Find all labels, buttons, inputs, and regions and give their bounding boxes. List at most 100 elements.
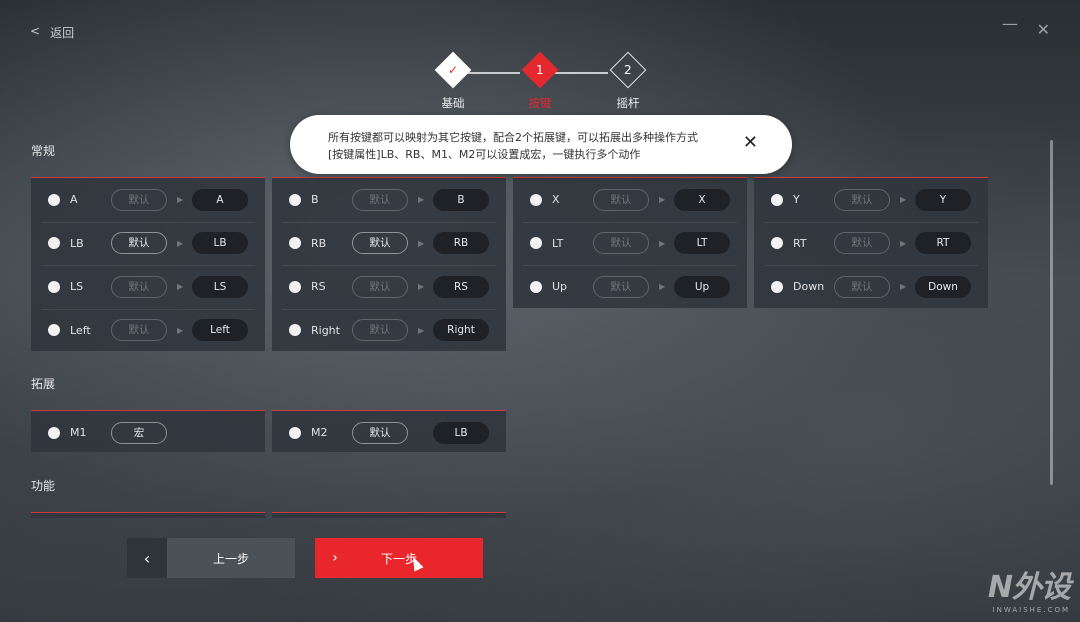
default-toggle[interactable]: 默认 [111, 319, 167, 341]
mapped-key-select[interactable]: X [674, 188, 730, 211]
key-name: M1 [70, 426, 87, 439]
mapped-key-select[interactable]: RB [433, 232, 489, 254]
radio-button[interactable] [530, 280, 542, 293]
radio-button[interactable] [771, 280, 783, 293]
step-number-badge: 2 [609, 51, 647, 89]
mapped-key-select[interactable]: RS [433, 275, 489, 298]
step-basic[interactable]: ✓ 基础 [433, 51, 473, 111]
key-group-panel: Y 默认 ▶ Y RT 默认 ▶ RT Down 默认 ▶ Down [754, 177, 988, 308]
key-name: Down [793, 280, 825, 293]
arrow-right-icon: ▶ [177, 238, 184, 248]
key-name: RB [311, 236, 327, 250]
radio-button[interactable] [289, 280, 301, 293]
prev-step-button[interactable]: ‹ 上一步 [127, 538, 295, 578]
row-divider [41, 308, 255, 310]
step-indicator: ✓ 基础 1 按键 2 摇杆 [432, 51, 652, 115]
mapped-key-select[interactable]: A [192, 188, 248, 211]
key-mapping-row: RT 默认 ▶ RT [754, 221, 988, 265]
step-label: 基础 [441, 96, 465, 110]
scrollbar[interactable] [1050, 140, 1053, 485]
radio-button[interactable] [289, 237, 301, 249]
prev-step-label: 上一步 [212, 551, 249, 566]
close-icon[interactable]: ✕ [743, 132, 758, 153]
row-divider [764, 265, 978, 266]
key-mapping-row: Down 默认 ▶ Down [754, 265, 988, 308]
default-toggle[interactable]: 默认 [111, 275, 167, 298]
default-toggle[interactable]: 默认 [352, 188, 408, 211]
close-window-icon[interactable]: ✕ [1037, 20, 1050, 39]
row-divider [282, 221, 496, 223]
section-title-function: 功能 [31, 479, 56, 493]
tooltip-line: [按键属性]LB、RB、M1、M2可以设置成宏，一键执行多个动作 [328, 148, 641, 161]
key-mapping-row: M1 宏 [31, 411, 265, 454]
default-toggle[interactable]: 默认 [834, 188, 890, 211]
radio-button[interactable] [289, 193, 301, 206]
step-connector [466, 72, 520, 74]
mapped-key-select[interactable]: B [433, 188, 489, 211]
mapped-key-select[interactable]: Y [915, 188, 971, 211]
default-toggle[interactable]: 默认 [352, 275, 408, 298]
minimize-icon[interactable]: — [1002, 14, 1018, 33]
key-name: Y [793, 193, 800, 206]
radio-button[interactable] [48, 426, 60, 439]
key-name: RT [793, 236, 807, 250]
key-mapping-row: M2 默认 LB [272, 411, 506, 454]
key-name: Up [552, 280, 568, 293]
mapped-key-select[interactable]: LS [192, 275, 248, 298]
key-name: LB [70, 236, 84, 250]
row-divider [41, 221, 255, 223]
mapped-key-select[interactable]: LT [674, 232, 730, 254]
radio-button[interactable] [530, 193, 542, 206]
key-name: A [70, 193, 78, 206]
mapped-key-select[interactable]: Down [915, 275, 971, 298]
step-keys[interactable]: 1 按键 [520, 51, 560, 111]
key-group-panel: X 默认 ▶ X LT 默认 ▶ LT Up 默认 ▶ Up [513, 177, 747, 308]
mapped-key-select[interactable]: Left [192, 319, 248, 341]
chevron-left-icon: ‹ [127, 538, 167, 578]
key-mapping-row: LB 默认 ▶ LB [31, 221, 265, 265]
extend-key-panel: M1 宏 [31, 410, 265, 452]
back-button[interactable]: < 返回 [30, 24, 74, 41]
step-label: 摇杆 [616, 96, 640, 110]
default-toggle[interactable]: 默认 [111, 232, 167, 254]
radio-button[interactable] [289, 426, 301, 439]
row-divider [764, 221, 978, 223]
key-group-panel: B 默认 ▶ B RB 默认 ▶ RB RS 默认 ▶ RS Right 默认 ▶ Right [272, 177, 506, 351]
mapped-key-select[interactable]: RT [915, 232, 971, 254]
mapped-key-select[interactable]: LB [192, 232, 248, 254]
watermark-logo: N外设 INWAISHE.COM [987, 562, 1071, 614]
key-mapping-row: LS 默认 ▶ LS [31, 265, 265, 308]
mapped-key-select[interactable]: Up [674, 275, 730, 298]
radio-button[interactable] [48, 193, 60, 206]
default-toggle[interactable]: 默认 [834, 232, 890, 254]
default-toggle[interactable]: 宏 [111, 421, 167, 444]
radio-button[interactable] [48, 237, 60, 249]
radio-button[interactable] [48, 280, 60, 293]
default-toggle[interactable]: 默认 [352, 232, 408, 254]
radio-button[interactable] [48, 324, 60, 336]
extend-key-panel: M2 默认 LB [272, 410, 506, 452]
default-toggle[interactable]: 默认 [111, 188, 167, 211]
default-toggle[interactable]: 默认 [593, 275, 649, 298]
key-name: LT [552, 236, 564, 250]
default-toggle[interactable]: 默认 [352, 319, 408, 341]
radio-button[interactable] [530, 237, 542, 249]
watermark-brand: N外设 [987, 570, 1071, 605]
step-number-badge: 1 [521, 51, 559, 89]
key-name: Right [311, 323, 340, 337]
radio-button[interactable] [771, 193, 783, 206]
default-toggle[interactable]: 默认 [352, 421, 408, 444]
next-step-button[interactable]: › 下一步 [315, 538, 483, 578]
default-toggle[interactable]: 默认 [834, 275, 890, 298]
arrow-right-icon: ▶ [900, 282, 907, 291]
mapped-key-select[interactable]: Right [433, 319, 489, 341]
key-name: RS [311, 280, 326, 293]
default-toggle[interactable]: 默认 [593, 232, 649, 254]
arrow-right-icon: ▶ [900, 238, 907, 248]
step-stick[interactable]: 2 摇杆 [608, 51, 648, 111]
key-mapping-row: Right 默认 ▶ Right [272, 308, 506, 352]
radio-button[interactable] [289, 324, 301, 336]
mapped-key-select[interactable]: LB [433, 421, 489, 444]
default-toggle[interactable]: 默认 [593, 188, 649, 211]
radio-button[interactable] [771, 237, 783, 249]
